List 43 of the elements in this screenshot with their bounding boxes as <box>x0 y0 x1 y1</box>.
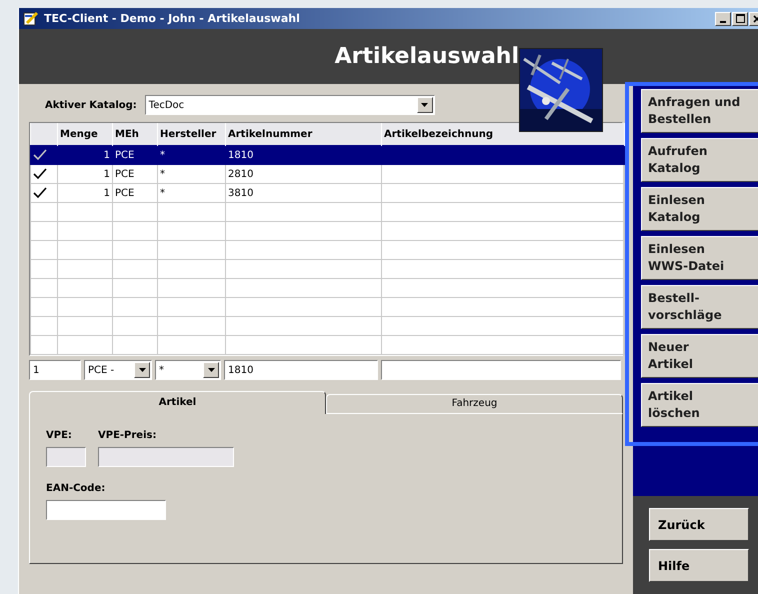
check-icon[interactable] <box>33 168 47 180</box>
check-icon[interactable] <box>33 187 47 199</box>
field-label: Aktiver Katalog: <box>45 100 137 110</box>
window-title: TEC-Client - Demo - John - Artikelauswahl <box>44 12 301 25</box>
table-cell: * <box>160 168 165 180</box>
footer-button[interactable]: Hilfe <box>649 549 749 582</box>
tab[interactable]: Artikel <box>29 391 326 414</box>
table-cell: PCE <box>115 150 134 160</box>
table-cell: * <box>160 188 165 198</box>
table-cell: 1 <box>104 168 110 180</box>
table-cell: 3810 <box>228 188 254 198</box>
manufacturer-dropdown[interactable]: * <box>155 360 221 380</box>
sidebar-button[interactable]: Neuer Artikel <box>641 334 758 378</box>
table-cell: 1 <box>104 188 110 198</box>
description-field[interactable] <box>381 360 621 380</box>
table-cell: * <box>160 150 165 160</box>
unit-dropdown[interactable]: PCE - <box>84 360 152 380</box>
field-label: VPE-Preis: <box>98 430 158 441</box>
app-icon <box>23 10 39 26</box>
quantity-field[interactable]: 1 <box>29 360 81 380</box>
table-cell: PCE <box>115 168 134 180</box>
table-cell: 2810 <box>228 168 254 180</box>
sidebar-button[interactable]: Einlesen WWS-Datei <box>641 236 758 280</box>
page-title: Artikelauswahl <box>334 44 519 69</box>
sidebar-button[interactable]: Artikel löschen <box>641 383 758 427</box>
maximize-button[interactable] <box>732 12 748 26</box>
table-cell: 1 <box>104 150 110 160</box>
tab[interactable]: Fahrzeug <box>326 394 623 414</box>
table-cell: 1810 <box>228 150 254 160</box>
sidebar-button[interactable]: Aufrufen Katalog <box>641 138 758 182</box>
input-field[interactable] <box>46 500 166 520</box>
catalog-dropdown[interactable]: TecDoc <box>144 95 435 115</box>
table-cell: PCE <box>115 188 134 198</box>
sidebar-button[interactable]: Bestell- vorschläge <box>641 285 758 329</box>
field-label: EAN-Code: <box>46 483 106 494</box>
maximize-icon <box>736 14 744 23</box>
footer-button[interactable]: Zurück <box>649 508 749 541</box>
article-number-field[interactable]: 1810 <box>224 360 378 380</box>
sidebar-button[interactable]: Anfragen und Bestellen <box>641 89 758 133</box>
minimize-icon <box>720 20 726 22</box>
field-label: VPE: <box>46 430 73 441</box>
minimize-button[interactable] <box>715 12 731 26</box>
sidebar-button[interactable]: Einlesen Katalog <box>641 187 758 231</box>
